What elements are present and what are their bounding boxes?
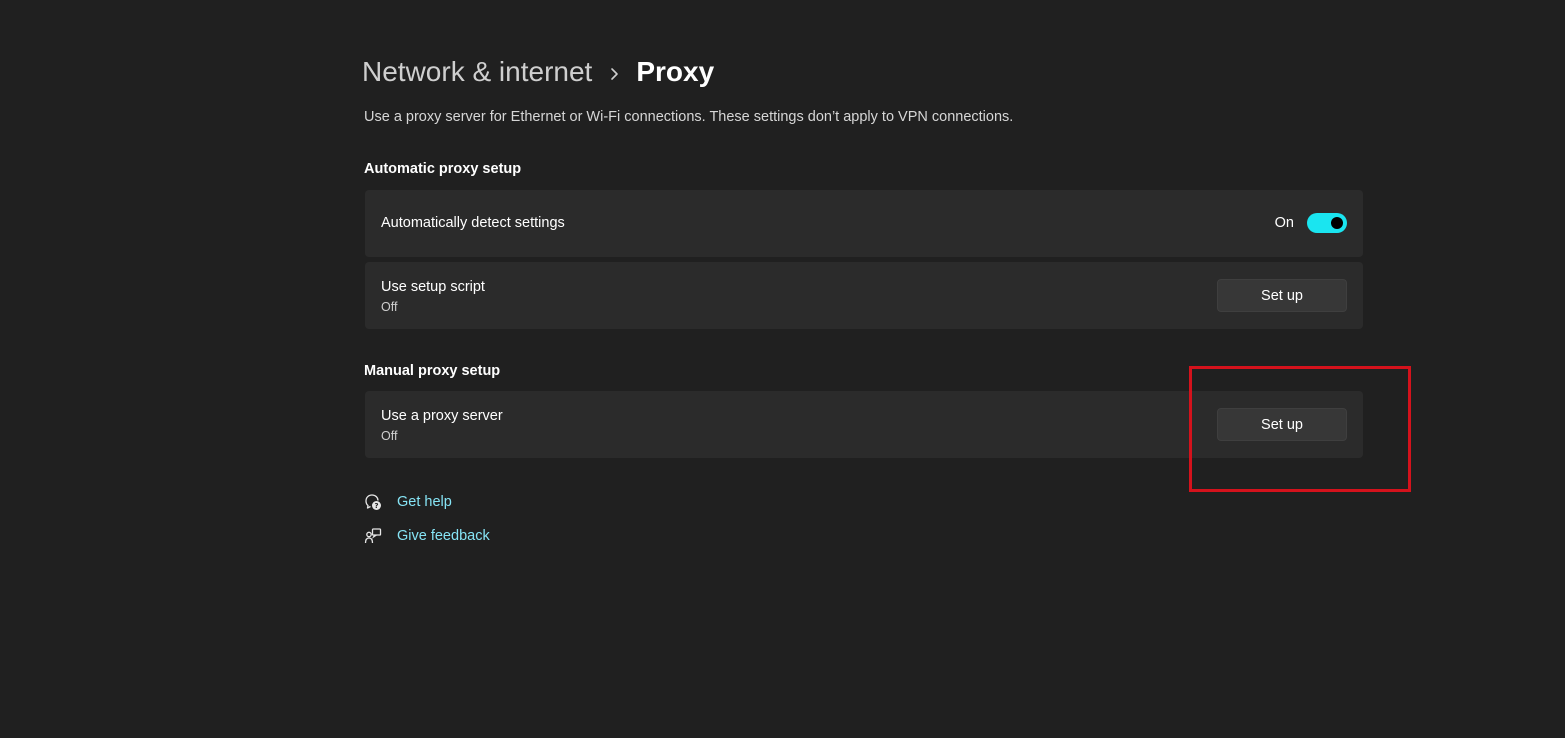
help-chat-icon: ? (364, 493, 382, 511)
section-title-automatic: Automatic proxy setup (364, 161, 522, 177)
give-feedback-link[interactable]: Give feedback (397, 528, 490, 544)
automatically-detect-settings-card: Automatically detect settings On (365, 190, 1363, 257)
give-feedback-link-row: Give feedback (364, 525, 490, 547)
page-description: Use a proxy server for Ethernet or Wi-Fi… (364, 109, 1014, 125)
use-proxy-server-label: Use a proxy server (381, 408, 503, 424)
setup-script-set-up-button[interactable]: Set up (1217, 279, 1347, 312)
breadcrumb-network-internet[interactable]: Network & internet (362, 56, 592, 88)
highlight-box (1189, 366, 1411, 492)
use-proxy-server-status: Off (381, 429, 398, 443)
use-setup-script-card: Use setup script Off Set up (365, 262, 1363, 329)
chevron-right-icon (592, 56, 636, 88)
use-setup-script-label: Use setup script (381, 279, 485, 295)
toggle-knob (1331, 217, 1343, 229)
svg-text:?: ? (374, 502, 378, 510)
feedback-icon (364, 527, 382, 545)
toggle-state-label: On (1274, 215, 1294, 231)
get-help-link[interactable]: Get help (397, 494, 452, 510)
use-setup-script-status: Off (381, 300, 398, 314)
proxy-settings-page: Network & internet Proxy Use a proxy ser… (0, 0, 1565, 738)
auto-detect-toggle-group: On (1275, 213, 1347, 233)
auto-detect-toggle[interactable] (1307, 213, 1347, 233)
breadcrumb: Network & internet Proxy (362, 52, 714, 92)
automatically-detect-settings-label: Automatically detect settings (381, 215, 565, 231)
page-title: Proxy (636, 56, 715, 87)
section-title-manual: Manual proxy setup (364, 363, 501, 379)
get-help-link-row: ? Get help (364, 491, 452, 513)
